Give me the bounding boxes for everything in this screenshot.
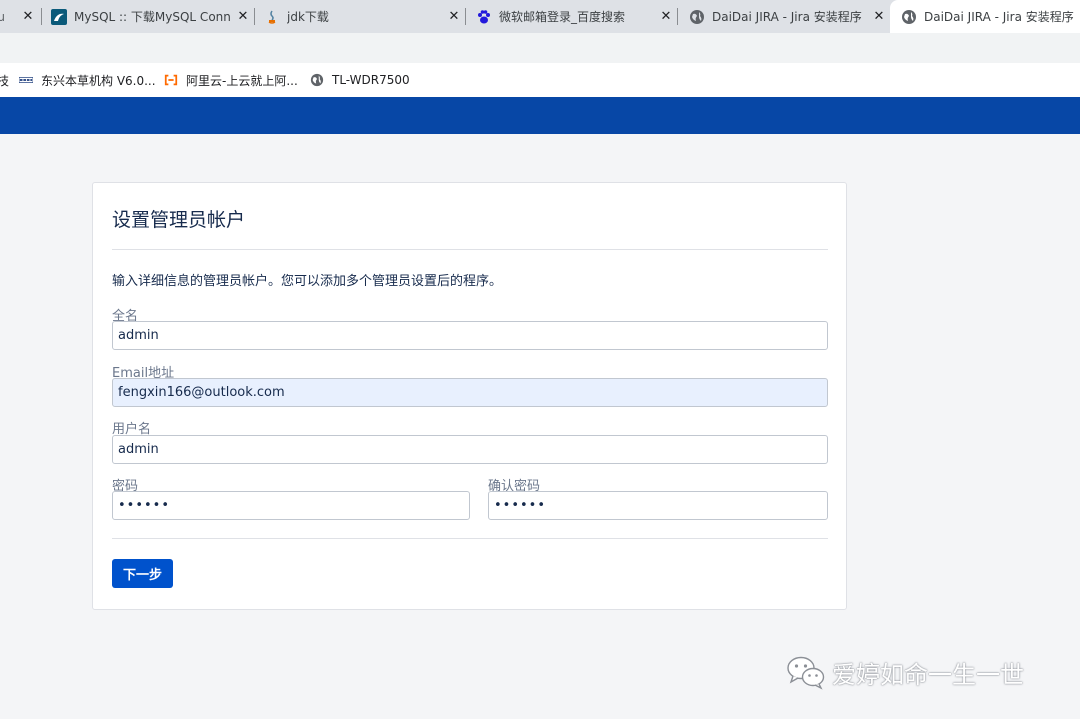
confirm-password-input[interactable] — [488, 491, 828, 520]
bookmark-item-3[interactable]: TL-WDR7500 — [310, 63, 410, 97]
close-icon[interactable]: ✕ — [871, 9, 887, 25]
email-input[interactable] — [112, 378, 828, 407]
tab-title: DaiDai JIRA - Jira 安装程序 — [712, 10, 862, 24]
tab-title: MySQL :: 下载MySQL Connec — [74, 10, 231, 24]
tab-separator — [41, 8, 42, 25]
page-title: 设置管理员帐户 — [112, 209, 246, 231]
tab-3[interactable]: 微软邮箱登录_百度搜索 ✕ — [476, 0, 674, 33]
watermark-text: 爱婷如命一生一世 — [832, 660, 1024, 689]
watermark: 爱婷如命一生一世 — [786, 652, 1024, 692]
admin-setup-card: 设置管理员帐户 输入详细信息的管理员帐户。您可以添加多个管理员设置后的程序。 全… — [92, 182, 847, 610]
wechat-icon — [787, 656, 825, 690]
mysql-icon — [51, 8, 67, 25]
bookmarks-bar: 技 东兴本草机构 V6.0... 阿里云-上云就上阿... TL-WDR7500 — [0, 63, 1080, 97]
bookmark-label: 东兴本草机构 V6.0... — [41, 73, 156, 88]
next-button[interactable]: 下一步 — [112, 559, 173, 588]
globe-icon — [689, 9, 705, 25]
tab-title: DaiDai JIRA - Jira 安装程序 — [924, 10, 1074, 24]
username-input[interactable] — [112, 435, 828, 464]
bookmark-label: 技 — [0, 73, 10, 88]
bookmark-item-0[interactable]: 技 — [0, 63, 9, 97]
bookmark-item-2[interactable]: 阿里云-上云就上阿... — [164, 63, 298, 97]
jira-header-bar — [0, 97, 1080, 134]
tab-0[interactable]: lu ✕ — [0, 0, 36, 33]
bookmark-site-icon — [19, 73, 33, 87]
tab-separator — [465, 8, 466, 25]
tab-title: 微软邮箱登录_百度搜索 — [499, 10, 626, 24]
globe-icon — [901, 9, 917, 25]
bookmark-item-1[interactable]: 东兴本草机构 V6.0... — [19, 63, 156, 97]
close-icon[interactable]: ✕ — [235, 9, 251, 25]
tab-5-active[interactable]: DaiDai JIRA - Jira 安装程序 — [890, 0, 1080, 33]
tab-4[interactable]: DaiDai JIRA - Jira 安装程序 ✕ — [689, 0, 887, 33]
tab-2[interactable]: jdk下载 ✕ — [264, 0, 462, 33]
globe-icon — [310, 73, 324, 87]
tab-title: lu — [0, 9, 5, 24]
tab-1[interactable]: MySQL :: 下载MySQL Connec ✕ — [51, 0, 251, 33]
fullname-input[interactable] — [112, 321, 828, 350]
baidu-paw-icon — [476, 9, 492, 25]
java-icon — [264, 9, 280, 25]
form-description: 输入详细信息的管理员帐户。您可以添加多个管理员设置后的程序。 — [112, 274, 503, 289]
divider — [112, 249, 828, 250]
browser-toolbar — [0, 33, 1080, 63]
bookmark-label: TL-WDR7500 — [332, 73, 410, 87]
aliyun-icon — [164, 73, 178, 87]
tab-separator — [677, 8, 678, 25]
browser-tab-strip: lu ✕ MySQL :: 下载MySQL Connec ✕ jdk下载 ✕ 微… — [0, 0, 1080, 33]
bookmark-label: 阿里云-上云就上阿... — [186, 73, 298, 88]
divider — [112, 538, 828, 539]
close-icon[interactable]: ✕ — [658, 9, 674, 25]
close-icon[interactable]: ✕ — [20, 9, 36, 25]
tab-title: jdk下载 — [287, 10, 329, 24]
tab-separator — [254, 8, 255, 25]
password-input[interactable] — [112, 491, 470, 520]
close-icon[interactable]: ✕ — [446, 9, 462, 25]
